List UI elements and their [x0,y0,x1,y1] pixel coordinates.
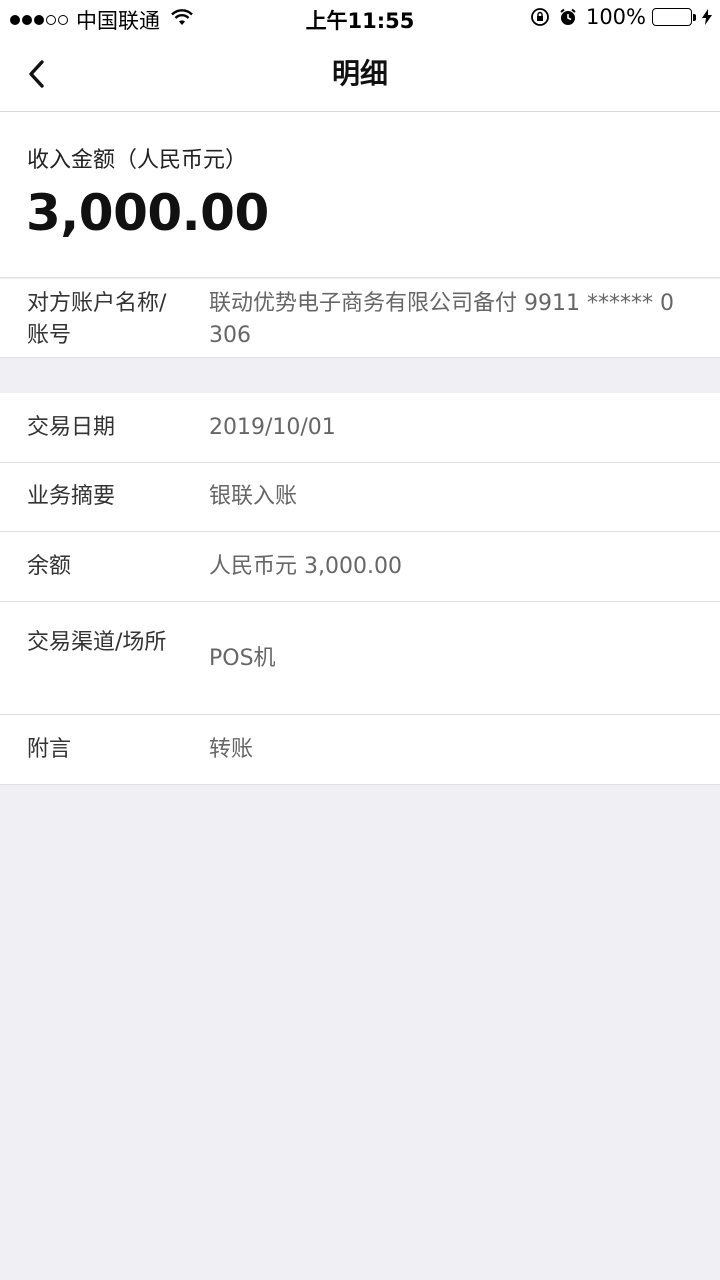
detail-value: 人民币元 3,000.00 [209,554,402,579]
status-bar: 中国联通 上午11:55 100% [0,0,720,36]
detail-label: 附言 [27,737,72,762]
battery-percent: 100% [585,5,646,29]
detail-row-balance: 余额 人民币元 3,000.00 [0,532,720,602]
counterparty-label: 对方账户名称/账号 [27,291,167,348]
status-right: 100% [530,5,712,29]
detail-label: 交易渠道/场所 [27,630,167,655]
chevron-left-icon [29,60,44,88]
page-title: 明细 [331,57,388,90]
detail-label: 业务摘要 [27,484,116,509]
detail-value: 银联入账 [209,484,298,509]
detail-value: 转账 [209,737,254,762]
battery-icon [652,8,696,26]
amount-card: 收入金额（人民币元） 3,000.00 [0,112,720,278]
counterparty-row: 对方账户名称/账号 联动优势电子商务有限公司备付 9911 ****** 030… [0,279,720,358]
detail-row-summary: 业务摘要 银联入账 [0,463,720,532]
charging-icon [702,9,712,25]
nav-bar: 明细 [0,36,720,112]
alarm-icon [558,7,578,27]
detail-value: 2019/10/01 [209,415,336,440]
amount-label: 收入金额（人民币元） [27,148,248,173]
detail-row-channel: 交易渠道/场所 POS机 [0,602,720,715]
counterparty-value: 联动优势电子商务有限公司备付 9911 ****** 0306 [209,291,674,348]
detail-row-memo: 附言 转账 [0,715,720,785]
rotation-lock-icon [530,7,550,27]
detail-value: POS机 [209,646,276,671]
back-button[interactable] [26,54,62,94]
detail-row-date: 交易日期 2019/10/01 [0,393,720,463]
detail-label: 交易日期 [27,415,116,440]
amount-value: 3,000.00 [26,184,269,242]
detail-label: 余额 [27,554,72,579]
